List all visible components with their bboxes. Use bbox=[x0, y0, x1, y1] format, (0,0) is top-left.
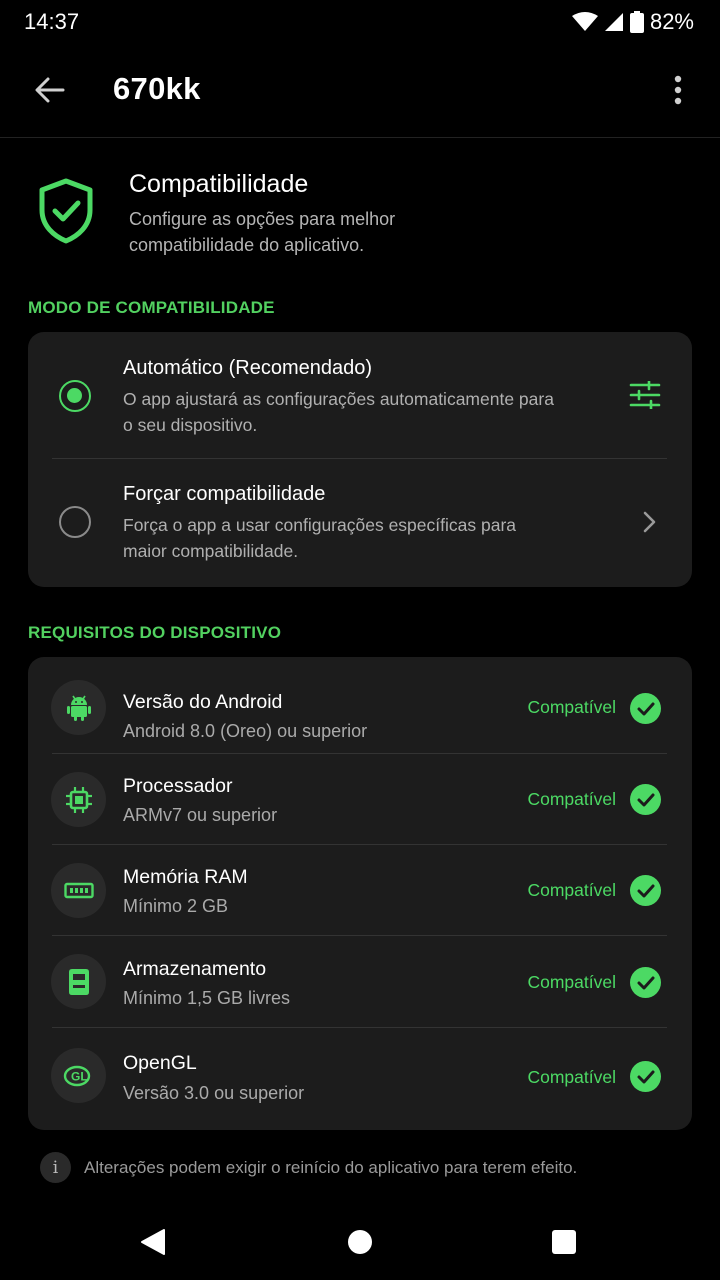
divider bbox=[52, 1027, 667, 1028]
requirement-subtitle: Android 8.0 (Oreo) ou superior bbox=[123, 721, 368, 741]
shield-check-icon bbox=[39, 178, 93, 244]
check-circle-icon bbox=[630, 1061, 661, 1092]
requirements-card: Versão do Android Android 8.0 (Oreo) ou … bbox=[28, 657, 692, 1130]
status-icons: 82% bbox=[571, 9, 694, 35]
requirement-icon: GL bbox=[51, 1048, 106, 1103]
nav-home-button[interactable] bbox=[340, 1222, 380, 1262]
check-circle-icon bbox=[630, 967, 661, 998]
mode-title: Forçar compatibilidade bbox=[123, 483, 326, 505]
requirement-opengl: GL OpenGL Versão 3.0 ou superior Compatí… bbox=[28, 1030, 692, 1121]
requirement-android: Versão do Android Android 8.0 (Oreo) ou … bbox=[28, 665, 692, 756]
radio-force[interactable] bbox=[59, 506, 91, 538]
signal-icon bbox=[604, 13, 623, 31]
requirement-icon bbox=[51, 954, 106, 1009]
status-badge: Compatível bbox=[527, 789, 616, 809]
mode-option-force[interactable]: Forçar compatibilidade Força o app a usa… bbox=[28, 459, 692, 585]
check-circle-icon bbox=[630, 784, 661, 815]
requirement-subtitle: Versão 3.0 ou superior bbox=[123, 1083, 305, 1103]
requirement-icon bbox=[51, 680, 106, 735]
battery-icon bbox=[629, 11, 644, 33]
requirement-icon bbox=[51, 863, 106, 918]
requirement-icon bbox=[51, 772, 106, 827]
radio-automatic[interactable] bbox=[59, 380, 91, 412]
battery-percent: 82% bbox=[649, 9, 694, 34]
section-label-requirements: REQUISITOS DO DISPOSITIVO bbox=[28, 623, 282, 642]
more-options-button[interactable] bbox=[658, 68, 698, 112]
tune-sliders-icon[interactable] bbox=[629, 381, 661, 409]
info-icon: i bbox=[40, 1152, 71, 1183]
memory-ram-icon bbox=[63, 882, 94, 898]
wifi-icon bbox=[571, 12, 598, 31]
android-icon bbox=[66, 695, 91, 721]
footnote-text: Alterações podem exigir o reinício do ap… bbox=[84, 1157, 578, 1177]
divider bbox=[52, 935, 667, 936]
back-button[interactable] bbox=[28, 68, 72, 112]
nav-recents-button[interactable] bbox=[544, 1222, 584, 1262]
status-badge: Compatível bbox=[527, 972, 616, 992]
svg-text:GL: GL bbox=[71, 1069, 88, 1083]
requirement-processor: Processador ARMv7 ou superior Compatível bbox=[28, 756, 692, 847]
divider bbox=[52, 844, 667, 845]
app-bar: 670kk bbox=[0, 44, 720, 138]
requirement-title: Memória RAM bbox=[123, 866, 248, 888]
intro-title: Compatibilidade bbox=[129, 170, 309, 198]
requirement-subtitle: Mínimo 1,5 GB livres bbox=[123, 988, 291, 1008]
requirement-title: Versão do Android bbox=[123, 691, 283, 713]
requirement-title: OpenGL bbox=[123, 1052, 197, 1074]
system-nav-bar bbox=[0, 1200, 720, 1280]
requirement-ram: Memória RAM Mínimo 2 GB Compatível bbox=[28, 847, 692, 938]
chevron-right-icon bbox=[643, 511, 656, 533]
mode-description: O app ajustará as configurações automati… bbox=[123, 389, 554, 435]
status-bar: 14:37 82% bbox=[0, 0, 720, 44]
status-time: 14:37 bbox=[24, 9, 80, 34]
mode-description: Força o app a usar configurações específ… bbox=[123, 515, 516, 561]
requirement-storage: Armazenamento Mínimo 1,5 GB livres Compa… bbox=[28, 938, 692, 1029]
nav-home-icon bbox=[348, 1230, 372, 1254]
requirement-title: Armazenamento bbox=[123, 958, 267, 980]
page-title: 670kk bbox=[113, 71, 201, 106]
status-badge: Compatível bbox=[527, 1067, 616, 1087]
processor-chip-icon bbox=[65, 786, 92, 813]
divider bbox=[52, 753, 667, 754]
intro-description: Configure as opções para melhor compatib… bbox=[129, 209, 396, 255]
requirement-subtitle: Mínimo 2 GB bbox=[123, 896, 229, 916]
nav-back-icon bbox=[141, 1229, 165, 1255]
mode-title: Automático (Recomendado) bbox=[123, 357, 373, 379]
more-vert-icon bbox=[674, 75, 682, 105]
storage-sd-icon bbox=[68, 968, 89, 995]
mode-card: Automático (Recomendado) O app ajustará … bbox=[28, 332, 692, 587]
restart-note: i Alterações podem exigir o reinício do … bbox=[40, 1152, 577, 1183]
status-badge: Compatível bbox=[527, 880, 616, 900]
requirement-title: Processador bbox=[123, 775, 233, 797]
requirement-subtitle: ARMv7 ou superior bbox=[123, 805, 278, 825]
compatibility-intro: Compatibilidade Configure as opções para… bbox=[0, 168, 720, 268]
check-circle-icon bbox=[630, 875, 661, 906]
opengl-icon: GL bbox=[63, 1065, 90, 1086]
status-badge: Compatível bbox=[527, 697, 616, 717]
check-circle-icon bbox=[630, 693, 661, 724]
nav-back-button[interactable] bbox=[133, 1222, 173, 1262]
arrow-left-icon bbox=[35, 77, 65, 103]
section-label-mode: MODO DE COMPATIBILIDADE bbox=[28, 298, 275, 317]
nav-recents-icon bbox=[552, 1230, 576, 1254]
mode-option-automatic[interactable]: Automático (Recomendado) O app ajustará … bbox=[28, 332, 692, 458]
